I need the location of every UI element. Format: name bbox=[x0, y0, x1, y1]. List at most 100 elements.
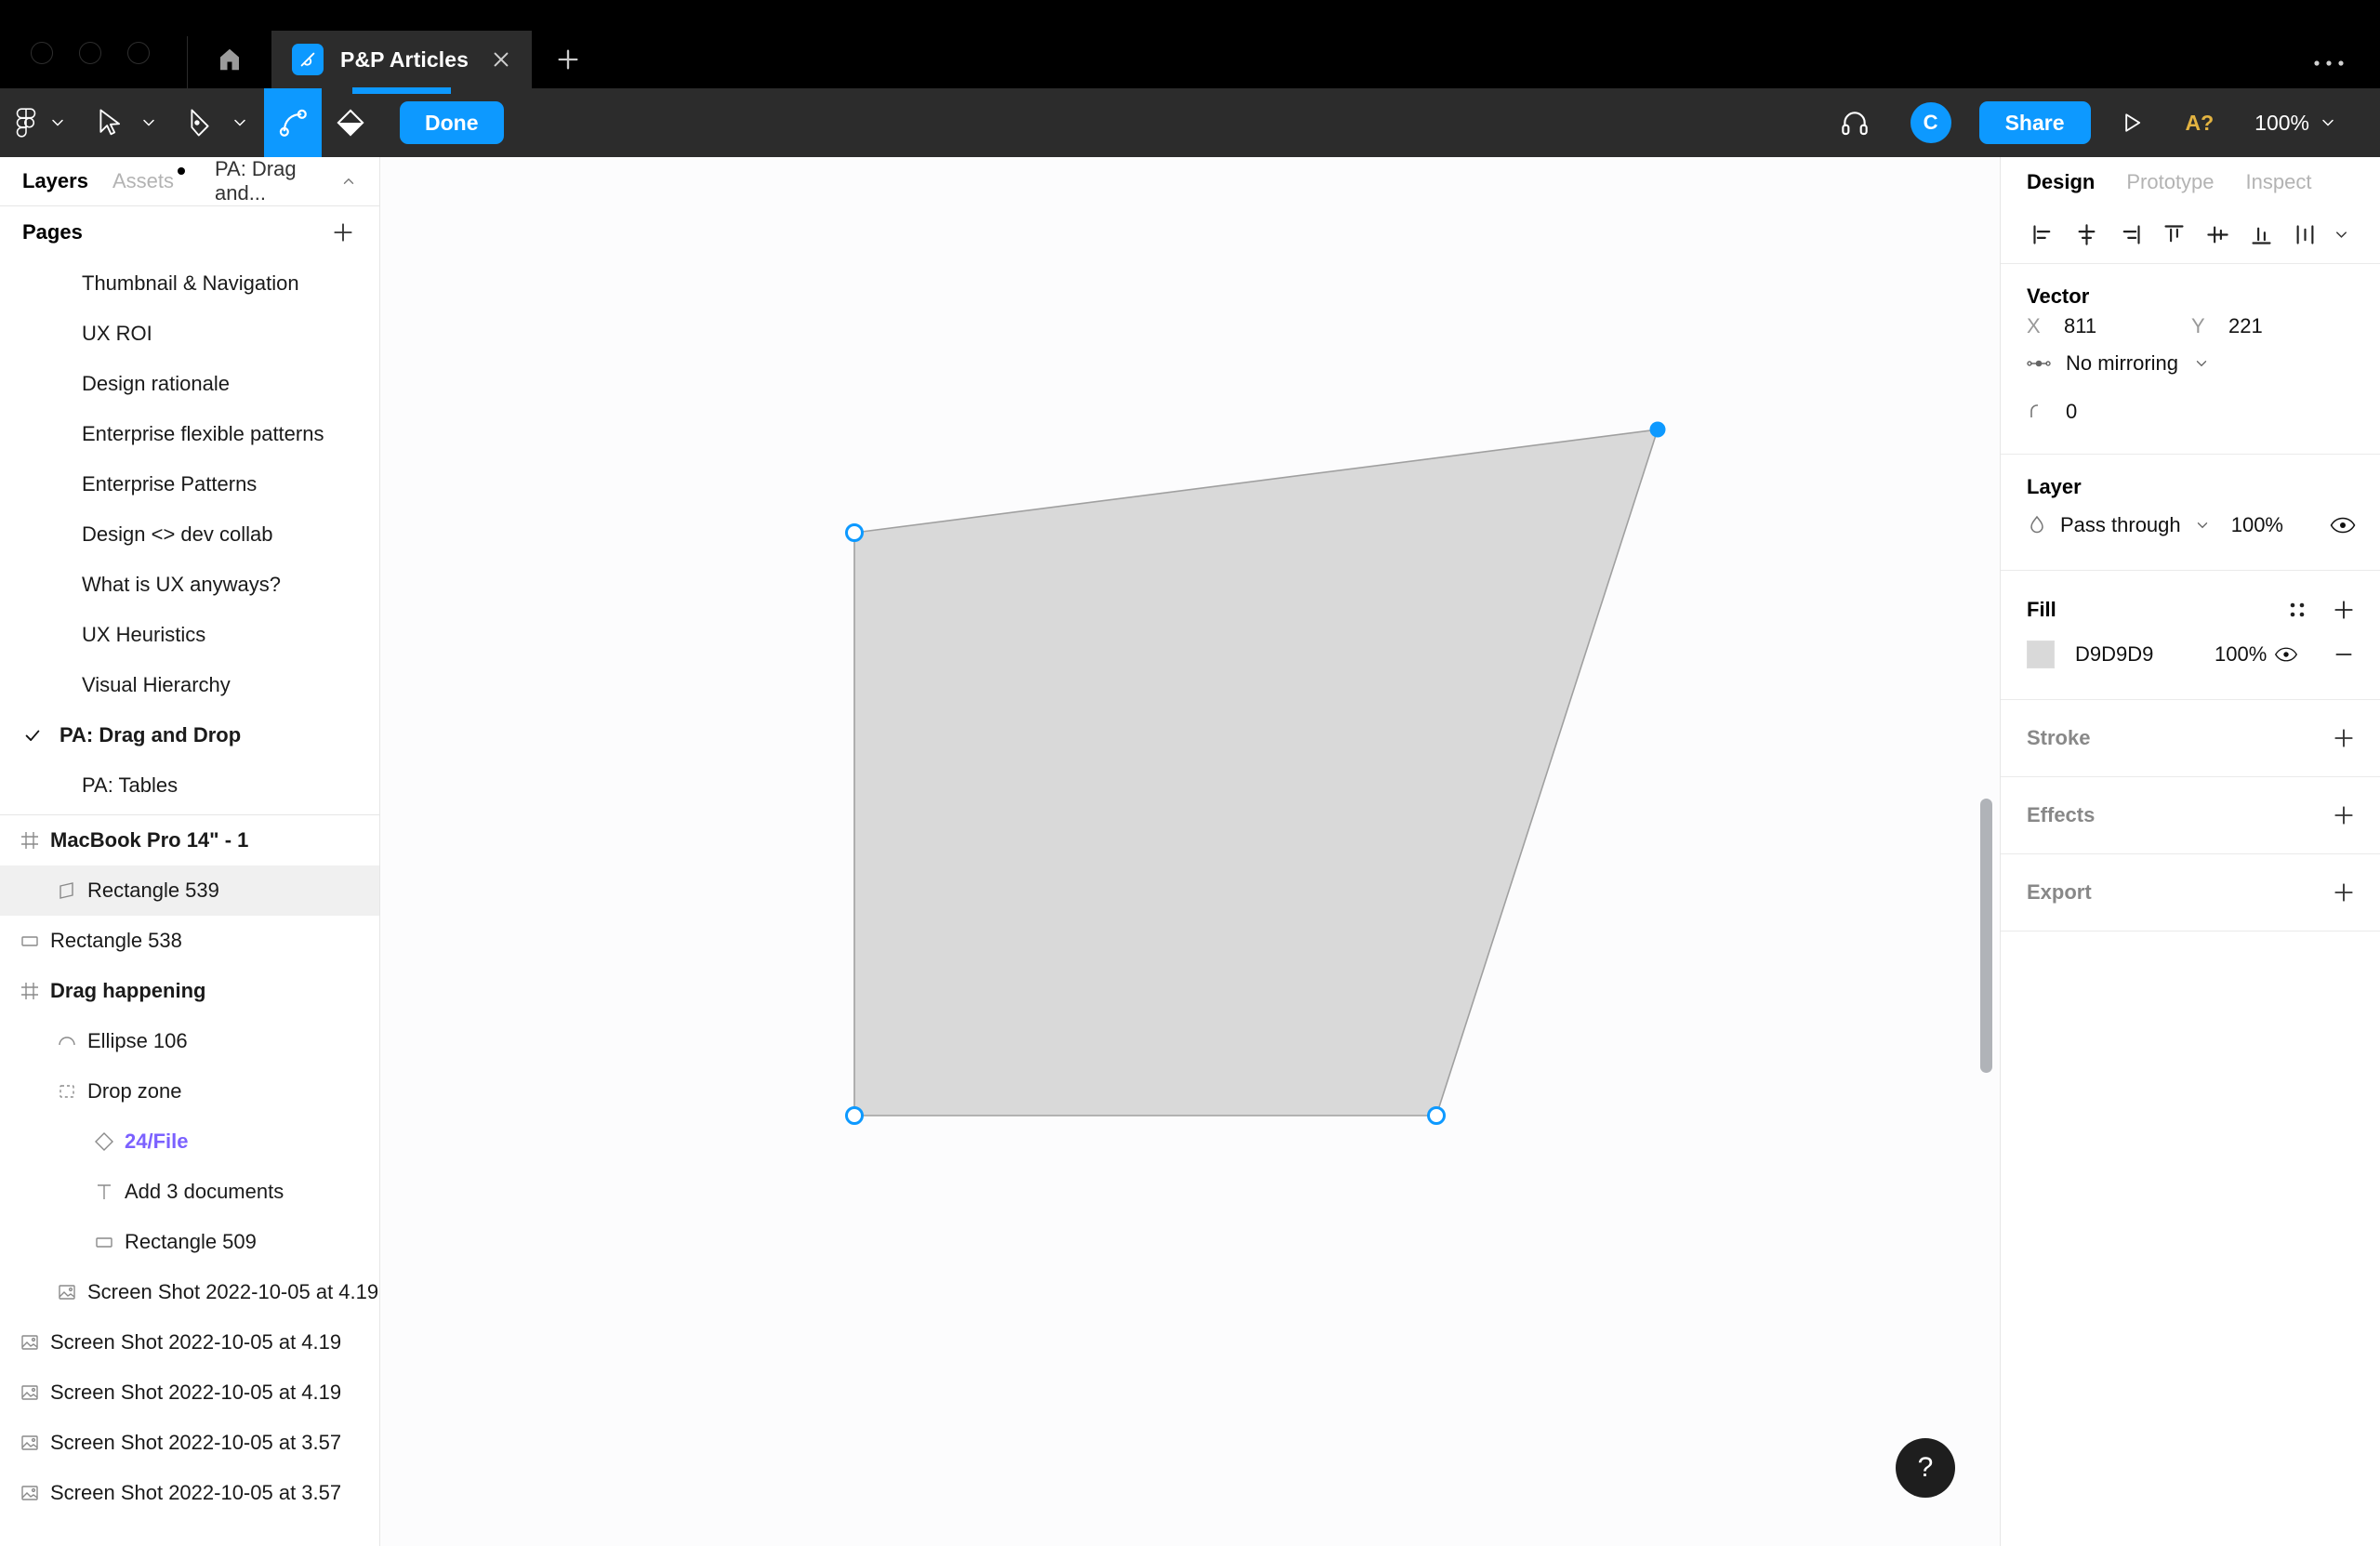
vector-point-handle[interactable] bbox=[845, 523, 864, 542]
minimize-window-button[interactable] bbox=[79, 42, 101, 64]
vector-point-handle[interactable] bbox=[845, 1106, 864, 1125]
distribute-icon[interactable] bbox=[2283, 213, 2327, 257]
add-stroke-button[interactable] bbox=[2332, 726, 2356, 750]
page-item[interactable]: Enterprise flexible patterns bbox=[0, 409, 379, 459]
page-item[interactable]: Thumbnail & Navigation bbox=[0, 258, 379, 309]
figma-menu-chevron[interactable] bbox=[45, 88, 82, 157]
align-top-icon[interactable] bbox=[2152, 213, 2196, 257]
page-item[interactable]: Visual Hierarchy bbox=[0, 660, 379, 710]
move-tool-button[interactable] bbox=[82, 88, 136, 157]
layer-item[interactable]: Screen Shot 2022-10-05 at 3.57 bbox=[0, 1418, 379, 1468]
share-button[interactable]: Share bbox=[1978, 101, 2091, 144]
vector-shape[interactable] bbox=[853, 429, 1659, 1117]
fill-styles-icon[interactable] bbox=[2287, 600, 2307, 620]
help-button[interactable]: ? bbox=[1896, 1438, 1955, 1498]
page-item[interactable]: Enterprise Patterns bbox=[0, 459, 379, 509]
page-item[interactable]: What is UX anyways? bbox=[0, 560, 379, 610]
tab-prototype[interactable]: Prototype bbox=[2126, 170, 2214, 194]
eye-icon[interactable] bbox=[2274, 646, 2298, 663]
text-icon bbox=[84, 1181, 125, 1203]
fill-opacity-value[interactable]: 100% bbox=[2215, 642, 2267, 667]
vector-point-handle[interactable] bbox=[1649, 421, 1666, 438]
bend-tool-button[interactable] bbox=[264, 88, 322, 157]
layer-item[interactable]: Ellipse 106 bbox=[0, 1016, 379, 1066]
add-page-button[interactable] bbox=[331, 220, 355, 244]
page-item-label: Visual Hierarchy bbox=[82, 673, 231, 696]
vertical-scrollbar[interactable] bbox=[1980, 799, 1992, 1073]
eye-icon[interactable] bbox=[2330, 516, 2356, 535]
window-traffic-lights[interactable] bbox=[0, 42, 187, 88]
tab-design[interactable]: Design bbox=[2027, 170, 2095, 194]
fill-hex-value[interactable]: D9D9D9 bbox=[2075, 642, 2215, 667]
figma-menu-button[interactable] bbox=[0, 88, 45, 157]
file-tab[interactable]: P&P Articles bbox=[271, 31, 532, 88]
maximize-window-button[interactable] bbox=[127, 42, 150, 64]
layer-item[interactable]: Rectangle 538 bbox=[0, 916, 379, 966]
layer-item[interactable]: MacBook Pro 14" - 1 bbox=[0, 815, 379, 865]
add-fill-button[interactable] bbox=[2332, 598, 2356, 622]
close-window-button[interactable] bbox=[31, 42, 53, 64]
close-icon[interactable] bbox=[491, 49, 511, 70]
file-tab-title: P&P Articles bbox=[340, 46, 469, 72]
new-tab-button[interactable] bbox=[532, 31, 604, 88]
mirroring-dropdown[interactable]: No mirroring bbox=[2027, 338, 2356, 389]
canvas[interactable]: ? bbox=[380, 157, 2000, 1546]
home-button[interactable] bbox=[188, 31, 271, 88]
avatar[interactable]: C bbox=[1890, 88, 1972, 157]
align-bottom-icon[interactable] bbox=[2240, 213, 2283, 257]
align-left-icon[interactable] bbox=[2021, 213, 2065, 257]
layer-item[interactable]: 24/File bbox=[0, 1117, 379, 1167]
pen-tool-chevron[interactable] bbox=[227, 88, 264, 157]
x-field[interactable]: X 811 bbox=[2027, 314, 2191, 338]
page-item[interactable]: PA: Drag and Drop bbox=[0, 710, 379, 760]
blend-mode-row[interactable]: Pass through 100% bbox=[2027, 499, 2356, 551]
fill-color-swatch[interactable] bbox=[2027, 641, 2055, 668]
fill-item[interactable]: D9D9D9 100% bbox=[2027, 628, 2356, 681]
layer-item[interactable]: Screen Shot 2022-10-05 at 4.19 bbox=[0, 1317, 379, 1368]
image-icon bbox=[9, 1482, 50, 1504]
page-item[interactable]: Design <> dev collab bbox=[0, 509, 379, 560]
page-item[interactable]: PA: Tables bbox=[0, 760, 379, 811]
layer-item[interactable]: Screen Shot 2022-10-05 at 4.19 bbox=[0, 1267, 379, 1317]
page-selector[interactable]: PA: Drag and... bbox=[215, 157, 357, 205]
pen-tool-button[interactable] bbox=[173, 88, 227, 157]
tab-inspect[interactable]: Inspect bbox=[2246, 170, 2312, 194]
rectangle-icon bbox=[9, 930, 50, 952]
play-icon bbox=[2119, 110, 2145, 136]
present-button[interactable] bbox=[2098, 88, 2165, 157]
layer-item[interactable]: Drag happening bbox=[0, 966, 379, 1016]
tab-layers[interactable]: Layers bbox=[22, 169, 88, 193]
add-effect-button[interactable] bbox=[2332, 803, 2356, 827]
alignment-more-chevron-icon[interactable] bbox=[2327, 213, 2355, 257]
chevron-down-icon bbox=[2319, 113, 2337, 132]
done-button[interactable]: Done bbox=[400, 101, 504, 144]
zoom-control[interactable]: 100% bbox=[2234, 88, 2358, 157]
move-tool-chevron[interactable] bbox=[136, 88, 173, 157]
accessibility-button[interactable]: A? bbox=[2165, 88, 2235, 157]
page-item[interactable]: Design rationale bbox=[0, 359, 379, 409]
align-horizontal-center-icon[interactable] bbox=[2065, 213, 2109, 257]
corner-radius-field[interactable]: 0 bbox=[2027, 389, 2356, 435]
audio-call-button[interactable] bbox=[1819, 88, 1890, 157]
page-item[interactable]: UX Heuristics bbox=[0, 610, 379, 660]
canvas-artboard[interactable] bbox=[380, 157, 2000, 1546]
layer-item[interactable]: Screen Shot 2022-10-05 at 3.57 bbox=[0, 1468, 379, 1518]
minus-icon[interactable] bbox=[2332, 642, 2356, 667]
align-vertical-center-icon[interactable] bbox=[2196, 213, 2240, 257]
image-icon bbox=[9, 1381, 50, 1404]
window-menu-button[interactable] bbox=[2313, 59, 2380, 88]
layer-item[interactable]: Add 3 documents bbox=[0, 1167, 379, 1217]
vector-point-handle[interactable] bbox=[1427, 1106, 1446, 1125]
layer-item[interactable]: Screen Shot 2022-10-05 at 4.19 bbox=[0, 1368, 379, 1418]
y-field[interactable]: Y 221 bbox=[2191, 314, 2356, 338]
layer-item[interactable]: Rectangle 509 bbox=[0, 1217, 379, 1267]
layer-item[interactable]: Rectangle 539 bbox=[0, 865, 379, 916]
page-item[interactable]: UX ROI bbox=[0, 309, 379, 359]
layer-item[interactable]: Drop zone bbox=[0, 1066, 379, 1117]
align-right-icon[interactable] bbox=[2109, 213, 2152, 257]
tab-assets[interactable]: Assets bbox=[112, 167, 185, 193]
add-export-button[interactable] bbox=[2332, 880, 2356, 905]
paint-bucket-button[interactable] bbox=[322, 88, 379, 157]
layer-opacity-value[interactable]: 100% bbox=[2231, 513, 2283, 537]
export-section-title: Export bbox=[2027, 880, 2092, 904]
